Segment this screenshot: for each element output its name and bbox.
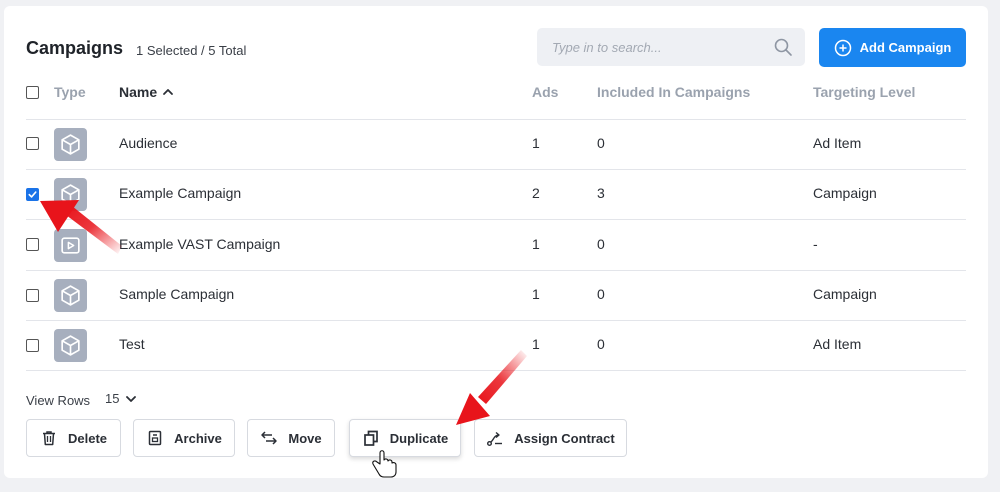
select-all-checkbox[interactable] [26, 86, 39, 99]
cube-icon [54, 279, 87, 312]
selection-count: 1 Selected / 5 Total [136, 43, 247, 58]
view-rows-label: View Rows [26, 393, 91, 408]
table-row[interactable]: Example Campaign 2 3 Campaign [4, 169, 988, 219]
row-targeting: Ad Item [813, 135, 862, 151]
duplicate-label: Duplicate [389, 430, 449, 446]
search-input[interactable] [537, 28, 767, 66]
search-icon[interactable] [773, 37, 793, 57]
cube-icon [54, 128, 87, 161]
checkmark-icon [28, 191, 37, 198]
archive-icon [148, 430, 162, 446]
column-header-name-label: Name [119, 84, 158, 100]
move-label: Move [288, 430, 322, 446]
view-rows-select[interactable]: 15 [105, 391, 137, 406]
video-play-icon [54, 229, 87, 262]
trash-icon [42, 431, 55, 446]
delete-button[interactable]: Delete [26, 419, 121, 457]
row-targeting: - [813, 236, 818, 252]
row-included: 3 [597, 185, 605, 201]
table-row[interactable]: Sample Campaign 1 0 Campaign [4, 270, 988, 320]
move-button[interactable]: Move [247, 419, 335, 457]
view-rows-value: 15 [105, 391, 120, 406]
add-campaign-button[interactable]: Add Campaign [819, 28, 966, 67]
row-targeting: Ad Item [813, 336, 862, 352]
cube-icon [54, 329, 87, 362]
sort-ascending-icon [163, 89, 174, 95]
row-name: Test [119, 336, 145, 352]
table-row[interactable]: Example VAST Campaign 1 0 - [4, 220, 988, 270]
row-targeting: Campaign [813, 185, 877, 201]
assign-contract-button[interactable]: Assign Contract [474, 419, 627, 457]
column-header-name[interactable]: Name [119, 84, 175, 100]
row-ads: 1 [532, 236, 540, 252]
row-checkbox[interactable] [26, 289, 39, 302]
assign-icon [487, 431, 503, 446]
add-campaign-label: Add Campaign [859, 40, 952, 55]
archive-label: Archive [174, 430, 222, 446]
row-ads: 2 [532, 185, 540, 201]
copy-icon [363, 430, 378, 446]
column-header-ads[interactable]: Ads [532, 84, 558, 100]
row-checkbox[interactable] [26, 188, 39, 201]
row-name: Audience [119, 135, 178, 151]
row-name: Sample Campaign [119, 286, 235, 302]
row-ads: 1 [532, 286, 540, 302]
row-name: Example VAST Campaign [119, 236, 281, 252]
plus-circle-icon [834, 39, 851, 56]
row-included: 0 [597, 336, 605, 352]
table-row[interactable]: Test 1 0 Ad Item [4, 320, 988, 370]
archive-button[interactable]: Archive [133, 419, 235, 457]
row-included: 0 [597, 236, 605, 252]
divider [26, 370, 966, 371]
row-name: Example Campaign [119, 185, 242, 201]
row-checkbox[interactable] [26, 137, 39, 150]
cube-icon [54, 178, 87, 211]
column-header-type[interactable]: Type [54, 84, 86, 100]
delete-label: Delete [67, 430, 108, 446]
page-title: Campaigns [26, 38, 124, 58]
campaigns-panel: Campaigns 1 Selected / 5 Total Add Campa… [4, 6, 988, 478]
search-box[interactable] [537, 28, 805, 66]
row-ads: 1 [532, 336, 540, 352]
table-row[interactable]: Audience 1 0 Ad Item [4, 119, 988, 169]
column-header-included[interactable]: Included In Campaigns [597, 84, 750, 100]
row-included: 0 [597, 135, 605, 151]
row-targeting: Campaign [813, 286, 877, 302]
row-checkbox[interactable] [26, 238, 39, 251]
chevron-down-icon [126, 395, 137, 402]
assign-contract-label: Assign Contract [514, 430, 615, 446]
duplicate-button[interactable]: Duplicate [349, 419, 461, 457]
row-included: 0 [597, 286, 605, 302]
move-arrows-icon [261, 431, 278, 445]
column-header-targeting[interactable]: Targeting Level [813, 84, 915, 100]
row-ads: 1 [532, 135, 540, 151]
row-checkbox[interactable] [26, 339, 39, 352]
